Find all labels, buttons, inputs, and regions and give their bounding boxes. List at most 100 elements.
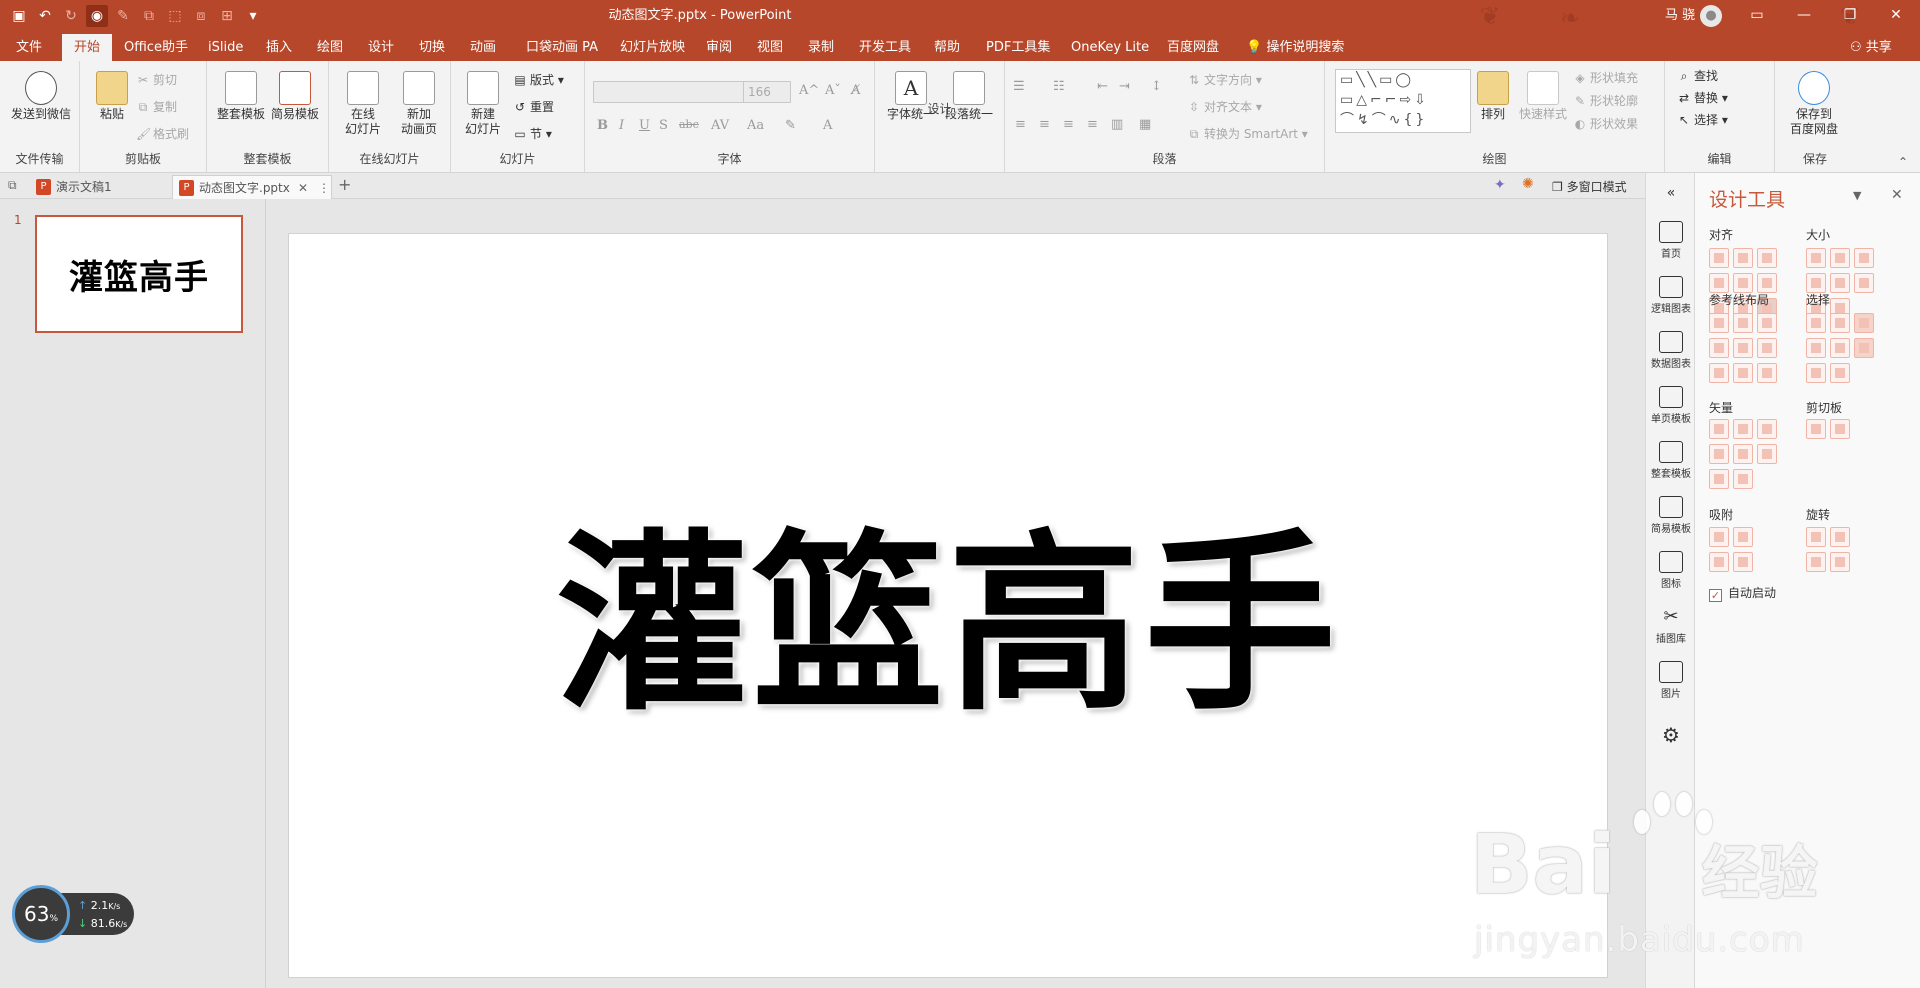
clear-format-icon[interactable]: A̸ [851,83,860,98]
guide-right-icon[interactable] [1757,313,1777,333]
paste-style-icon[interactable] [1830,419,1850,439]
guide-left-icon[interactable] [1709,313,1729,333]
guide-middle-icon[interactable] [1733,338,1753,358]
text-direction-dropdown[interactable]: ⇅ 文字方向 ▾ [1187,71,1262,89]
quick-styles-button[interactable]: 快速样式 [1515,71,1571,122]
layout-dropdown[interactable]: ▤ 版式 ▾ [513,71,564,89]
copy-style-icon[interactable] [1806,419,1826,439]
snap-left-icon[interactable] [1709,527,1729,547]
text-vector-icon[interactable] [1709,469,1729,489]
guide-grid-icon[interactable] [1757,363,1777,383]
align-left-tool-icon[interactable] [1709,248,1729,268]
tab-islide[interactable]: iSlide [200,34,251,61]
simple-template-button[interactable]: 简易模板 [269,71,321,122]
user-avatar-icon[interactable]: ● [1700,5,1722,27]
tab-list-icon[interactable]: ⧉ [8,178,17,193]
align-top-tool-icon[interactable] [1709,273,1729,293]
nav-icons[interactable]: 图标 [1646,551,1696,590]
tab-insert[interactable]: 插入 [258,34,300,61]
justify-icon[interactable]: ≡ [1087,117,1098,132]
decrease-indent-icon[interactable]: ⇤ [1097,79,1108,94]
user-name[interactable]: 马 骁 [1665,0,1695,31]
nav-data-chart[interactable]: 数据图表 [1646,331,1696,370]
minimize-icon[interactable]: — [1782,0,1826,31]
tab-baidu-netdisk[interactable]: 百度网盘 [1159,34,1227,61]
settings-gear-icon[interactable]: ✺ [1522,176,1534,192]
select-position-icon[interactable] [1830,363,1850,383]
align-bottom-tool-icon[interactable] [1757,273,1777,293]
select-same-icon[interactable] [1806,313,1826,333]
tab-draw[interactable]: 绘图 [309,34,351,61]
line-spacing-icon[interactable]: ↕ [1151,79,1162,94]
tab-transitions[interactable]: 切换 [411,34,453,61]
numbering-icon[interactable]: ☷ [1053,79,1065,94]
rotate-left-icon[interactable] [1806,527,1826,547]
bullets-icon[interactable]: ☰ [1013,79,1025,94]
maximize-icon[interactable]: ❐ [1828,0,1872,31]
change-case-icon[interactable]: Aa [747,118,764,133]
font-color-icon[interactable]: A [823,118,832,133]
section-dropdown[interactable]: ▭ 节 ▾ [513,125,552,143]
guide-top-icon[interactable] [1709,338,1729,358]
tab-help[interactable]: 帮助 [926,34,968,61]
slide-thumbnail[interactable]: 灌篮高手 [35,215,243,333]
tab-file[interactable]: 文件 [8,34,50,61]
tab-office-helper[interactable]: Office助手 [116,34,196,61]
tab-pdf-tools[interactable]: PDF工具集 [978,34,1058,61]
full-template-button[interactable]: 整套模板 [215,71,267,122]
select-line-icon[interactable] [1830,338,1850,358]
tab-record[interactable]: 录制 [800,34,842,61]
tab-review[interactable]: 审阅 [698,34,740,61]
same-width-tool-icon[interactable] [1806,248,1826,268]
new-animation-page-button[interactable]: 新加 动画页 [391,71,447,137]
slide-canvas[interactable]: 灌篮高手 [288,233,1608,978]
char-spacing-icon[interactable]: AV [711,118,729,133]
fit-width-tool-icon[interactable] [1806,273,1826,293]
tab-onekey-lite[interactable]: OneKey Lite [1063,34,1157,61]
close-tab-icon[interactable]: ✕ [298,176,308,200]
new-tab-icon[interactable]: + [338,175,351,194]
nav-logic-chart[interactable]: 逻辑图表 [1646,276,1696,315]
collapse-panel-icon[interactable]: « [1646,185,1696,201]
rotate-right-icon[interactable] [1830,527,1850,547]
fit-height-tool-icon[interactable] [1830,273,1850,293]
split-icon[interactable] [1757,444,1777,464]
tab-animations[interactable]: 动画 [462,34,504,61]
font-size-combo[interactable]: 166 [743,81,791,103]
font-name-combo[interactable] [593,81,745,103]
multi-window-button[interactable]: ❐ 多窗口模式 [1552,178,1627,195]
nav-home[interactable]: 首页 [1646,221,1696,260]
more-icon[interactable]: ⋮ [318,176,330,200]
guide-hspread-icon[interactable] [1709,363,1729,383]
distribute-icon[interactable]: ▥ [1111,117,1123,132]
nav-simple-template[interactable]: 简易模板 [1646,496,1696,535]
same-height-tool-icon[interactable] [1830,248,1850,268]
select-size-icon[interactable] [1806,363,1826,383]
strikethrough-icon[interactable]: abc [679,118,699,131]
same-size-tool-icon[interactable] [1854,248,1874,268]
magic-select-icon[interactable] [1854,313,1874,333]
align-right-icon[interactable]: ≡ [1063,117,1074,132]
reset-button[interactable]: ↺ 重置 [513,98,554,116]
fit-slide-tool-icon[interactable] [1854,273,1874,293]
cut-button[interactable]: ✂ 剪切 [136,71,177,89]
snap-top-icon[interactable] [1709,552,1729,572]
shape-effect-dropdown[interactable]: ◐ 形状效果 [1573,115,1638,133]
shape-outline-dropdown[interactable]: ✎ 形状轮廓 [1573,92,1638,110]
decrease-font-icon[interactable]: Aˇ [825,83,841,98]
close-icon[interactable]: ✕ [1874,0,1918,31]
select-cursor-icon[interactable] [1854,338,1874,358]
arrange-button[interactable]: 排列 [1475,71,1511,122]
fragment-icon[interactable] [1757,419,1777,439]
path-vector-icon[interactable] [1733,469,1753,489]
tell-me-search[interactable]: 💡 操作说明搜索 [1238,34,1352,61]
shape-fill-dropdown[interactable]: ◈ 形状填充 [1573,69,1638,87]
share-button[interactable]: ⚇ 共享 [1842,34,1900,61]
nav-full-template[interactable]: 整套模板 [1646,441,1696,480]
settings-icon[interactable]: ⚙ [1646,723,1696,747]
align-center-tool-icon[interactable] [1733,248,1753,268]
collapse-ribbon-icon[interactable]: ⌃ [1898,155,1908,169]
close-panel-icon[interactable]: ✕ [1891,187,1903,203]
italic-icon[interactable]: I [619,118,624,133]
align-center-icon[interactable]: ≡ [1039,117,1050,132]
